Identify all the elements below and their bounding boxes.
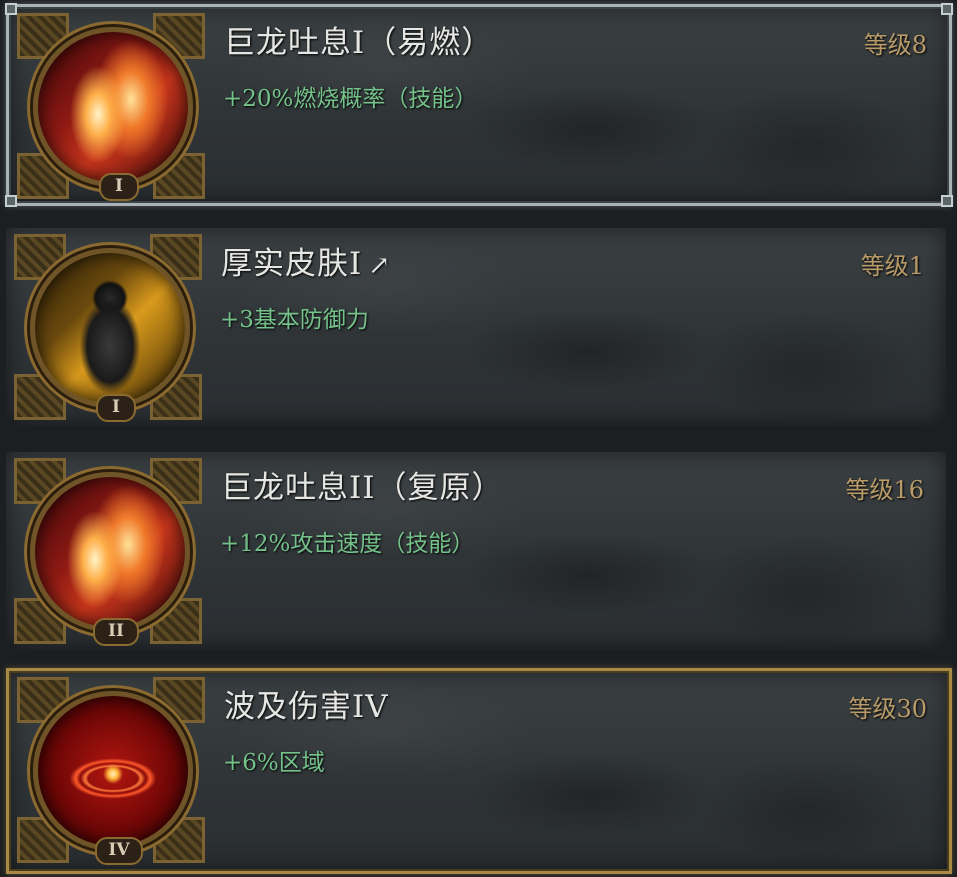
rank-badge: II <box>93 618 139 646</box>
skill-level: 等级30 <box>848 695 927 723</box>
skill-level: 等级16 <box>845 476 924 504</box>
skill-icon-frame: I <box>17 13 205 201</box>
armored-body-icon <box>30 248 190 408</box>
upgrade-arrow-icon: ↗ <box>368 251 392 281</box>
skill-effect: +12%攻击速度（技能） <box>220 531 475 557</box>
rank-badge: I <box>96 394 136 422</box>
rank-badge: I <box>99 173 139 201</box>
frame-corner <box>5 195 17 207</box>
skill-icon-frame: II <box>14 458 202 646</box>
frame-corner <box>5 3 17 15</box>
skill-effect: +20%燃烧概率（技能） <box>223 86 478 112</box>
frame-corner <box>941 3 953 15</box>
skill-title: 巨龙吐息I（易燃） <box>224 25 494 61</box>
skill-effect: +3基本防御力 <box>220 307 369 333</box>
skill-title: 波及伤害IV <box>224 689 389 725</box>
skill-icon-frame: IV <box>17 677 205 865</box>
skill-row-dragon-breath-ii[interactable]: II 巨龙吐息II（复原） +12%攻击速度（技能） 等级16 <box>6 452 946 650</box>
skill-level: 等级1 <box>860 252 924 280</box>
skill-list: I 巨龙吐息I（易燃） +20%燃烧概率（技能） 等级8 I 厚实皮肤I ↗ +3… <box>0 0 957 877</box>
skill-icon-frame: I <box>14 234 202 422</box>
flame-icon <box>33 27 193 187</box>
fire-ring-icon <box>33 691 193 851</box>
skill-row-dragon-breath-i[interactable]: I 巨龙吐息I（易燃） +20%燃烧概率（技能） 等级8 <box>5 3 953 207</box>
flame-icon <box>30 472 190 632</box>
skill-title: 厚实皮肤I ↗ <box>221 246 392 282</box>
rank-badge: IV <box>95 837 143 865</box>
skill-effect: +6%区域 <box>223 750 325 776</box>
skill-level: 等级8 <box>863 31 927 59</box>
skill-row-thick-skin-i[interactable]: I 厚实皮肤I ↗ +3基本防御力 等级1 <box>6 228 946 426</box>
skill-title: 巨龙吐息II（复原） <box>221 470 504 506</box>
frame-corner <box>941 195 953 207</box>
skill-row-splash-damage-iv[interactable]: IV 波及伤害IV +6%区域 等级30 <box>6 668 952 874</box>
